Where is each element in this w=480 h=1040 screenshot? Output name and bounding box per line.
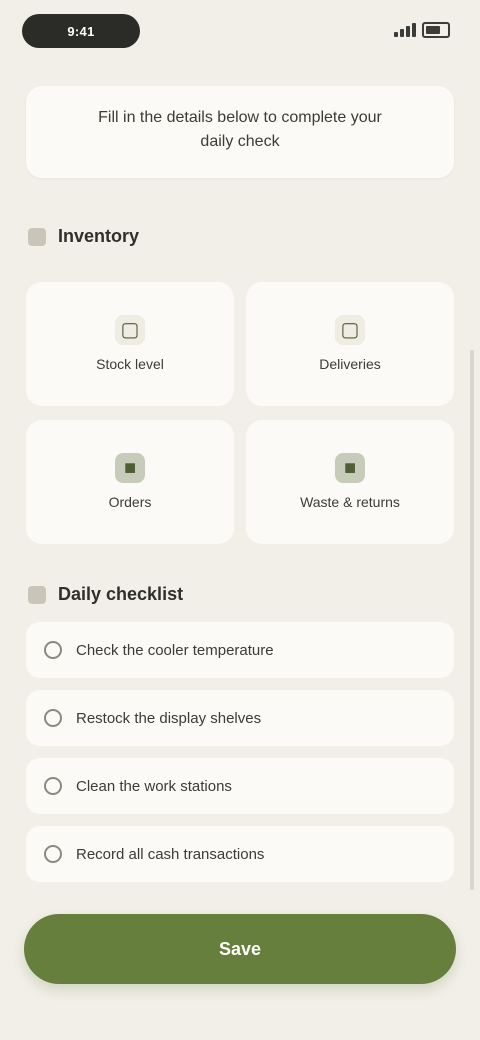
checkbox-icon[interactable]	[44, 709, 62, 727]
scrollbar[interactable]	[470, 350, 474, 890]
item-label: Restock the display shelves	[76, 709, 262, 727]
leaf-icon: ■	[335, 453, 365, 483]
list-item[interactable]: Check the cooler temperature	[26, 622, 454, 678]
list-item[interactable]: Record all cash transactions	[26, 826, 454, 882]
tile-waste-returns[interactable]: ■ Waste & returns	[246, 420, 454, 544]
status-bar: 9:41	[0, 0, 480, 64]
inventory-section-header: Inventory	[28, 226, 139, 247]
tile-deliveries[interactable]: ▢ Deliveries	[246, 282, 454, 406]
checklist: Check the cooler temperature Restock the…	[26, 622, 454, 882]
checkbox-icon[interactable]	[44, 777, 62, 795]
save-button[interactable]: Save	[24, 914, 456, 984]
item-label: Check the cooler temperature	[76, 641, 274, 659]
item-label: Clean the work stations	[76, 777, 232, 795]
checkbox-icon[interactable]	[44, 845, 62, 863]
list-item[interactable]: Restock the display shelves	[26, 690, 454, 746]
section-icon	[28, 227, 46, 246]
status-time: 9:41	[22, 14, 140, 48]
checklist-section-header: Daily checklist	[28, 584, 183, 605]
item-label: Record all cash transactions	[76, 845, 265, 863]
tile-label: Stock level	[96, 356, 164, 372]
tile-label: Deliveries	[319, 356, 381, 372]
cart-icon: ■	[115, 453, 145, 483]
signal-icon	[394, 23, 416, 37]
tile-stock-level[interactable]: ▢ Stock level	[26, 282, 234, 406]
list-item[interactable]: Clean the work stations	[26, 758, 454, 814]
status-indicators	[394, 22, 450, 38]
truck-icon: ▢	[335, 315, 365, 345]
notice-text: Fill in the details below to complete yo…	[98, 109, 382, 150]
tile-label: Waste & returns	[300, 494, 400, 510]
checkbox-icon[interactable]	[44, 641, 62, 659]
notice-card: Fill in the details below to complete yo…	[26, 86, 454, 178]
tile-label: Orders	[108, 494, 152, 510]
battery-icon	[422, 22, 450, 38]
section-icon	[28, 585, 46, 604]
inventory-grid: ▢ Stock level ▢ Deliveries ■ Orders ■ Wa…	[26, 282, 454, 544]
box-icon: ▢	[115, 315, 145, 345]
checklist-title: Daily checklist	[58, 584, 184, 604]
inventory-title: Inventory	[58, 226, 140, 246]
tile-orders[interactable]: ■ Orders	[26, 420, 234, 544]
